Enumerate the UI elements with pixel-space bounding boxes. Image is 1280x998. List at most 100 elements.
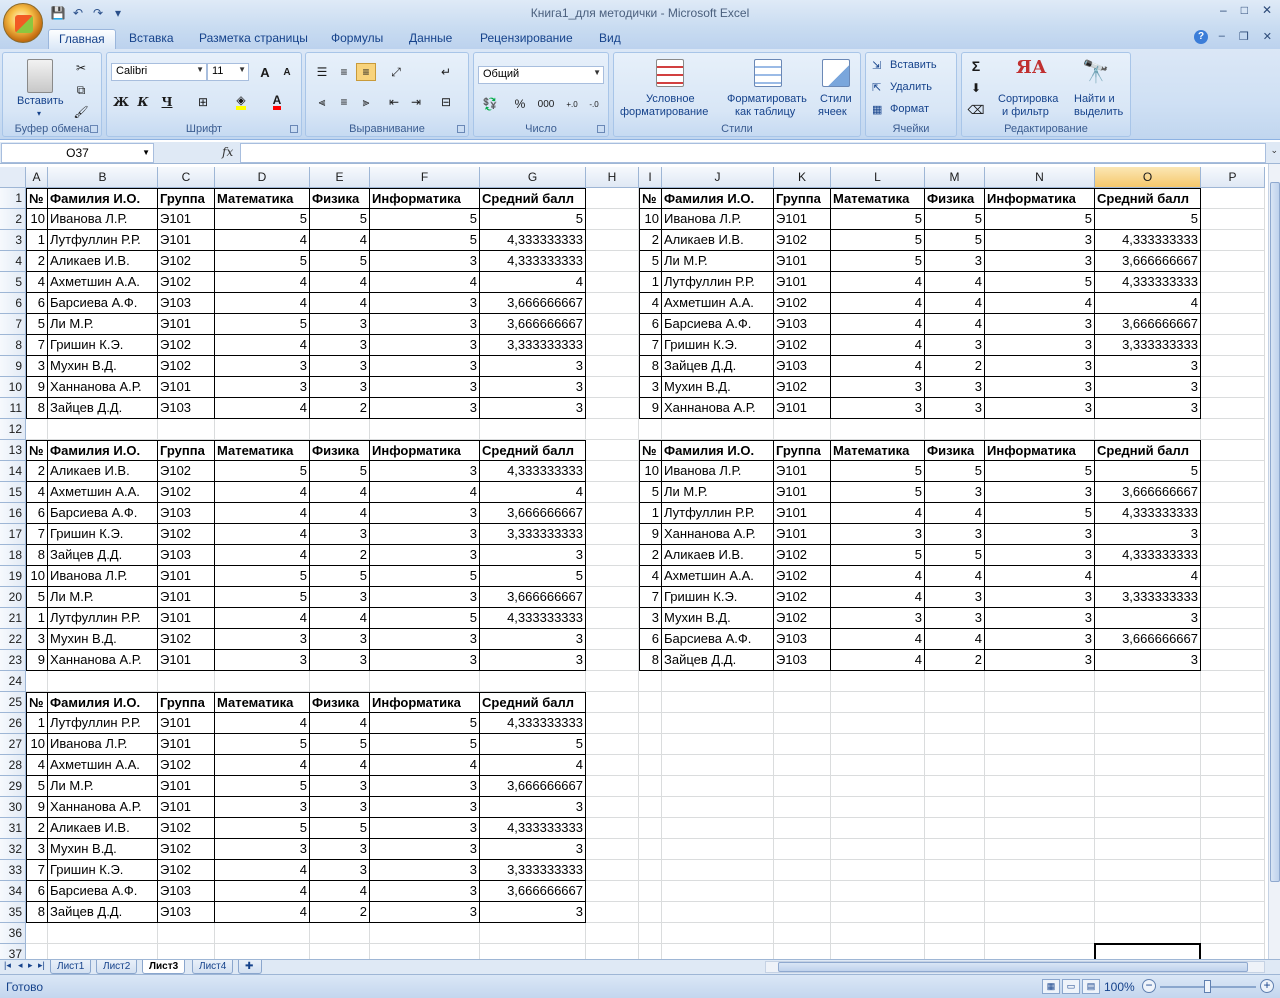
cell-name[interactable]: Иванова Л.Р. — [48, 734, 158, 755]
cell-name[interactable]: Аликаев И.В. — [48, 251, 158, 272]
cell-number[interactable]: 1 — [639, 272, 662, 293]
sheet-tab-4[interactable]: Лист4 — [192, 960, 234, 974]
cell-physics[interactable]: 4 — [310, 713, 370, 734]
cell-average[interactable]: 3 — [480, 650, 586, 671]
cell-group[interactable]: Э102 — [774, 230, 831, 251]
grow-font-button[interactable]: A — [255, 63, 275, 81]
table-header-cell[interactable]: Математика — [831, 440, 925, 461]
cell-name[interactable]: Барсиева А.Ф. — [48, 293, 158, 314]
cell-group[interactable]: Э102 — [158, 251, 215, 272]
cell-math[interactable]: 5 — [831, 209, 925, 230]
cell-name[interactable]: Ли М.Р. — [662, 482, 774, 503]
cell-average[interactable]: 3 — [480, 839, 586, 860]
cell-informatics[interactable]: 5 — [985, 461, 1095, 482]
cell-physics[interactable]: 5 — [310, 251, 370, 272]
format-as-table-icon[interactable] — [754, 59, 782, 87]
row-header[interactable]: 5 — [0, 272, 26, 293]
cell-physics[interactable]: 3 — [310, 839, 370, 860]
cell-name[interactable]: Ханнанова А.Р. — [48, 377, 158, 398]
cell-average[interactable]: 5 — [1095, 209, 1201, 230]
orientation-icon[interactable]: ⤢ — [386, 63, 406, 81]
cell-physics[interactable]: 4 — [925, 503, 985, 524]
decrease-indent-icon[interactable]: ⇤ — [384, 93, 404, 111]
cell-informatics[interactable]: 3 — [370, 356, 480, 377]
column-header-j[interactable]: J — [662, 167, 774, 188]
cell-physics[interactable]: 5 — [925, 545, 985, 566]
cut-icon[interactable]: ✂ — [71, 59, 91, 77]
cell-physics[interactable]: 3 — [310, 377, 370, 398]
cell-number[interactable]: 7 — [26, 860, 48, 881]
cell-group[interactable]: Э101 — [158, 377, 215, 398]
column-header-p[interactable]: P — [1201, 167, 1265, 188]
cell-math[interactable]: 5 — [831, 230, 925, 251]
cell-average[interactable]: 3,666666667 — [480, 293, 586, 314]
cell-name[interactable]: Ханнанова А.Р. — [662, 524, 774, 545]
cell-name[interactable]: Ли М.Р. — [662, 251, 774, 272]
cell-informatics[interactable]: 4 — [370, 755, 480, 776]
cell-number[interactable]: 10 — [639, 209, 662, 230]
cell-informatics[interactable]: 3 — [370, 293, 480, 314]
cell-average[interactable]: 5 — [480, 209, 586, 230]
cell-math[interactable]: 5 — [215, 251, 310, 272]
row-header[interactable]: 11 — [0, 398, 26, 419]
cell-physics[interactable]: 3 — [925, 587, 985, 608]
cell-name[interactable]: Мухин В.Д. — [48, 629, 158, 650]
cell-average[interactable]: 4 — [480, 755, 586, 776]
delete-cells-icon[interactable]: ⇱ — [872, 81, 881, 94]
cell-group[interactable]: Э101 — [158, 776, 215, 797]
cell-physics[interactable]: 3 — [925, 524, 985, 545]
format-cells-button[interactable]: Формат — [890, 103, 929, 115]
tab-home[interactable]: Главная — [48, 29, 116, 49]
row-header[interactable]: 12 — [0, 419, 26, 440]
table-header-cell[interactable]: Физика — [925, 440, 985, 461]
conditional-formatting-label-1[interactable]: Условное — [646, 93, 695, 105]
close-button[interactable]: ✕ — [1262, 3, 1272, 17]
cell-group[interactable]: Э103 — [158, 398, 215, 419]
cell-group[interactable]: Э101 — [158, 608, 215, 629]
find-select-label-1[interactable]: Найти и — [1074, 93, 1115, 105]
cell-informatics[interactable]: 3 — [985, 587, 1095, 608]
table-header-cell[interactable]: Физика — [310, 440, 370, 461]
cell-informatics[interactable]: 3 — [370, 524, 480, 545]
row-header[interactable]: 9 — [0, 356, 26, 377]
row-header[interactable]: 6 — [0, 293, 26, 314]
cell-physics[interactable]: 4 — [925, 293, 985, 314]
cell-informatics[interactable]: 5 — [985, 503, 1095, 524]
cell-average[interactable]: 3 — [480, 377, 586, 398]
wrap-text-icon[interactable]: ↵ — [436, 63, 456, 81]
cell-informatics[interactable]: 3 — [985, 398, 1095, 419]
merge-center-icon[interactable]: ⊟ — [436, 93, 456, 111]
cell-physics[interactable]: 3 — [925, 482, 985, 503]
align-left-icon[interactable]: ⫷ — [312, 93, 332, 111]
table-header-cell[interactable]: Фамилия И.О. — [48, 440, 158, 461]
cell-average[interactable]: 3 — [1095, 377, 1201, 398]
cell-math[interactable]: 3 — [215, 650, 310, 671]
cell-number[interactable]: 5 — [26, 314, 48, 335]
format-as-table-label-1[interactable]: Форматировать — [727, 93, 807, 105]
conditional-formatting-label-2[interactable]: форматирование — [620, 106, 708, 118]
cell-informatics[interactable]: 3 — [370, 545, 480, 566]
cell-group[interactable]: Э102 — [774, 293, 831, 314]
cell-average[interactable]: 5 — [1095, 461, 1201, 482]
cell-average[interactable]: 4,333333333 — [1095, 503, 1201, 524]
table-header-cell[interactable]: Физика — [310, 188, 370, 209]
cell-group[interactable]: Э103 — [158, 503, 215, 524]
cell-math[interactable]: 3 — [215, 629, 310, 650]
row-header[interactable]: 29 — [0, 776, 26, 797]
cell-informatics[interactable]: 5 — [370, 608, 480, 629]
column-header-d[interactable]: D — [215, 167, 310, 188]
next-sheet-icon[interactable]: ▸ — [28, 960, 33, 971]
cell-physics[interactable]: 3 — [310, 335, 370, 356]
cell-group[interactable]: Э101 — [774, 398, 831, 419]
cell-math[interactable]: 5 — [215, 314, 310, 335]
cell-average[interactable]: 4,333333333 — [1095, 272, 1201, 293]
cell-group[interactable]: Э103 — [774, 650, 831, 671]
row-header[interactable]: 34 — [0, 881, 26, 902]
cell-average[interactable]: 4,333333333 — [480, 230, 586, 251]
vertical-scroll-thumb[interactable] — [1270, 182, 1280, 882]
cell-informatics[interactable]: 3 — [370, 797, 480, 818]
cell-group[interactable]: Э102 — [158, 356, 215, 377]
table-header-cell[interactable]: № — [26, 692, 48, 713]
cell-average[interactable]: 3 — [480, 398, 586, 419]
font-launcher-icon[interactable] — [290, 125, 298, 133]
